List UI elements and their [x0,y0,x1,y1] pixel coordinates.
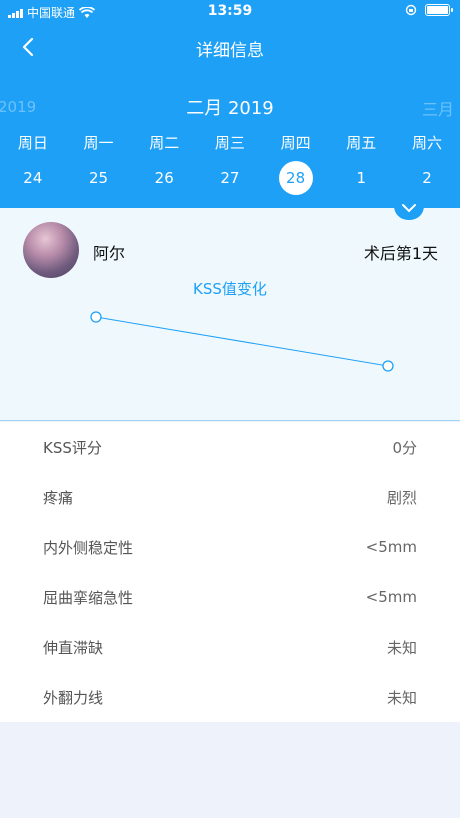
chevron-down-icon [402,204,416,213]
kss-line-chart [90,311,394,372]
detail-value: 0分 [392,438,417,457]
date-strip: 24 25 26 27 28 1 2 [0,161,460,195]
detail-label: 外翻力线 [43,688,104,707]
detail-label: 内外侧稳定性 [43,538,134,557]
weekday-label: 周四 [280,134,311,152]
detail-row-kss: KSS评分 0分 [0,422,460,472]
kss-data-point[interactable] [90,311,102,323]
current-month: 二月 2019 [186,98,274,119]
weekday-label: 周一 [83,134,114,152]
detail-value: 未知 [386,638,417,657]
battery-icon [425,4,453,16]
page-title: 详细信息 [196,41,264,61]
weekday-label: 周六 [411,134,442,152]
detail-row-stability: 内外侧稳定性 <5mm [0,522,460,572]
detail-row-alignment: 外翻力线 未知 [0,672,460,722]
date-cell[interactable]: 2 [410,161,444,195]
detail-value: <5mm [365,588,417,606]
weekday-label: 周三 [214,134,245,152]
detail-label: 疼痛 [43,488,74,507]
kss-series-line [95,316,389,367]
detail-row-pain: 疼痛 剧烈 [0,472,460,522]
month-selector: 2019 二月 2019 三月 [0,92,460,122]
status-bar: 中国联通 13:59 [0,0,460,24]
detail-value: 未知 [386,688,417,707]
date-cell-selected[interactable]: 28 [278,161,313,195]
date-cell[interactable]: 25 [82,161,116,195]
date-cell[interactable]: 27 [213,161,247,195]
header: 中国联通 13:59 详细信息 2019 二月 2019 三月 周日 周一 周二… [0,0,460,208]
date-cell[interactable]: 1 [344,161,378,195]
detail-value: <5mm [365,538,417,556]
weekday-label: 周二 [149,134,180,152]
detail-label: KSS评分 [43,438,102,457]
weekday-label: 周日 [17,134,48,152]
detail-label: 屈曲挛缩急性 [43,588,134,607]
date-cell[interactable]: 24 [16,161,50,195]
detail-row-flexion: 屈曲挛缩急性 <5mm [0,572,460,622]
next-month[interactable]: 三月 [422,96,454,120]
detail-row-extension: 伸直滞缺 未知 [0,622,460,672]
kss-data-point[interactable] [382,360,394,372]
detail-value: 剧烈 [386,488,417,507]
weekday-header: 周日 周一 周二 周三 周四 周五 周六 [0,132,460,153]
status-time: 13:59 [207,3,253,19]
orientation-lock-icon [405,4,417,16]
date-cell[interactable]: 26 [147,161,181,195]
detail-label: 伸直滞缺 [43,638,104,657]
weekday-label: 周五 [346,134,377,152]
nav-bar: 详细信息 [0,24,460,70]
detail-list: KSS评分 0分 疼痛 剧烈 内外侧稳定性 <5mm 屈曲挛缩急性 <5mm 伸直滞缺未… [0,422,460,722]
patient-card: 阿尔 术后第1天 KSS值变化 [0,208,460,421]
